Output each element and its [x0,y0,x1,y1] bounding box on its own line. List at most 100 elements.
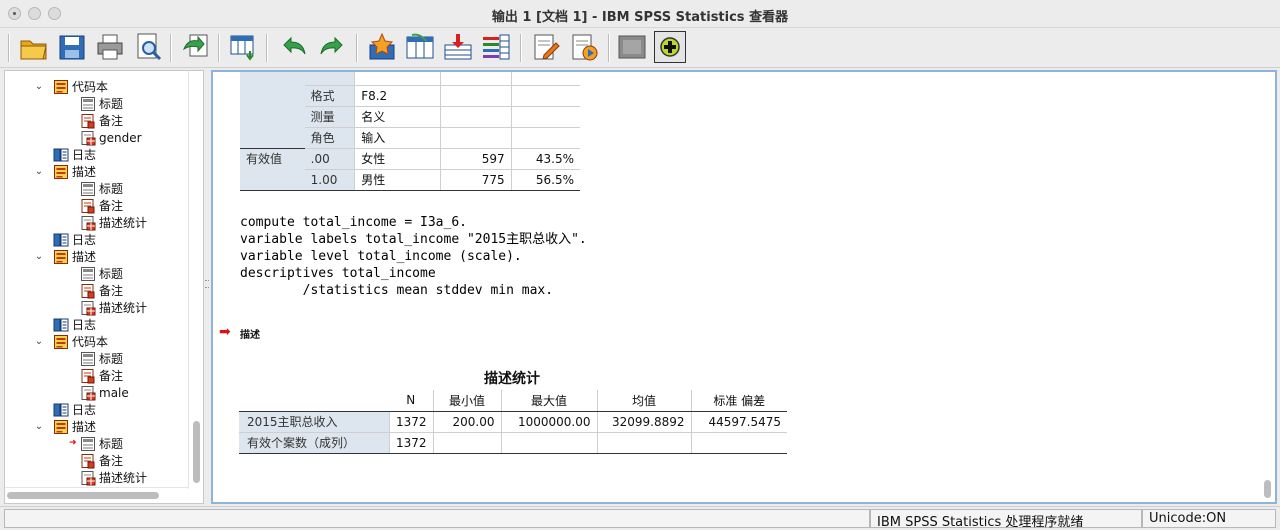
outline-item[interactable]: 描述 [53,418,96,435]
insert-bookmark-button[interactable] [366,31,398,63]
table-icon [80,300,96,316]
log-icon [53,232,69,248]
outline-item[interactable]: 备注 [80,452,123,469]
spss-viewer-window: 输出 1 [文档 1] - IBM SPSS Statistics 查看器 代码… [0,0,1280,530]
column-header: N [389,390,433,412]
outline-item[interactable]: 备注 [80,367,123,384]
outline-item[interactable]: 日志 [53,316,96,333]
outline-item[interactable]: gender [80,129,142,146]
print-button[interactable] [94,31,126,63]
run-script-button[interactable] [568,31,600,63]
designate-window-icon [618,35,646,59]
outline-item-label: 标题 [99,97,124,111]
outline-item[interactable]: 描述统计 [80,299,147,316]
outline-item-label: 描述 [72,165,97,179]
table-header-row: N 最小值 最大值 均值 标准 偏差 [239,390,787,412]
outline-item-label: 备注 [99,284,124,298]
table-row: 格式 F8.2 [240,85,580,107]
outline-item-label: 代码本 [72,335,109,349]
print-preview-button[interactable] [132,31,164,63]
content-vertical-scrollbar[interactable] [1261,72,1273,502]
log-icon [53,147,69,163]
outline-item-label: 标题 [99,267,124,281]
section-heading: 描述 [240,330,260,341]
outline-item[interactable]: 标题 [80,435,123,452]
undo-button[interactable] [278,31,310,63]
outline-item[interactable]: 备注 [80,282,123,299]
table-row: 有效值 .00 女性 597 43.5% [240,147,580,170]
save-button[interactable] [56,31,88,63]
outline-item[interactable]: 备注 [80,197,123,214]
table-cell: 200.00 [432,411,501,433]
create-autoscript-button[interactable] [530,31,562,63]
outline-item[interactable]: male [80,384,129,401]
outline-item[interactable]: 代码本 [53,333,108,350]
open-folder-button[interactable] [18,31,50,63]
codebook-table[interactable]: 格式 F8.2 测量 名义 角色 输入 有效值 .00 女性 597 43.5% 1.00 男性 775 5… [240,72,580,191]
outline-item[interactable]: 备注 [80,112,123,129]
go-to-data-button[interactable] [228,31,260,63]
outline-item[interactable]: 日志 [53,231,96,248]
outline-item[interactable]: 描述 [53,163,96,180]
row-label: 有效个案数（成列） [239,432,389,454]
syntax-log: compute total_income = I3a_6. variable la… [240,214,587,299]
table-row: 2015主职总收入 1372 200.00 1000000.00 32099.8892 4… [239,411,787,433]
redo-button[interactable] [316,31,348,63]
outline-item-label: 日志 [72,233,97,247]
table-cell: 597 [439,147,512,170]
scroll-thumb[interactable] [193,421,200,483]
expand-toggle-icon[interactable]: ⌄ [33,78,45,95]
title-icon [80,266,96,282]
export-button[interactable] [180,31,212,63]
outline-item-label: 备注 [99,369,124,383]
book-icon [53,79,69,95]
column-header: 最小值 [432,390,501,412]
outline-item-label: 备注 [99,114,124,128]
outline-item[interactable]: 日志 [53,146,96,163]
expand-toggle-icon[interactable]: ⌄ [33,248,45,265]
syntax-line: variable labels total_income "2015主职总收入"… [240,232,587,247]
descriptive-statistics-table[interactable]: N 最小值 最大值 均值 标准 偏差 2015主职总收入 1372 200.00 1000000… [239,390,787,454]
outline-item[interactable]: 描述统计 [80,214,147,231]
table-cell: 1372 [388,432,433,454]
expand-toggle-icon[interactable]: ⌄ [33,163,45,180]
pane-splitter[interactable] [204,70,210,504]
table-cell [439,85,512,107]
outline-item-label: 描述统计 [99,301,148,315]
insert-title-button[interactable] [442,31,474,63]
scroll-thumb[interactable] [1264,480,1271,498]
table-cell: 角色 [304,127,355,149]
outline-item[interactable]: 日志 [53,401,96,418]
scroll-thumb[interactable] [7,492,159,499]
designate-window-button[interactable] [616,31,648,63]
outline-vertical-scrollbar[interactable] [188,71,203,489]
outline-item[interactable]: 标题 [80,180,123,197]
outline-item[interactable]: 标题 [80,350,123,367]
data-editor-icon [230,35,254,61]
table-cell: 测量 [304,106,355,128]
outline-item-label: 描述统计 [99,216,148,230]
insert-heading-icon [406,33,434,59]
table-cell [596,432,691,454]
outline-item[interactable]: 标题 [80,95,123,112]
expand-toggle-icon[interactable]: ⌄ [33,333,45,350]
toolbar-separator [170,34,172,62]
table-cell [432,432,501,454]
outline-item[interactable]: 描述统计 [80,469,147,486]
outline-item[interactable]: 代码本 [53,78,108,95]
insert-heading-button[interactable] [404,31,436,63]
table-cell: 女性 [354,147,441,170]
add-item-button[interactable] [654,31,686,63]
outline-item[interactable]: 描述 [53,248,96,265]
book-icon [53,334,69,350]
table-cell: 775 [439,169,512,191]
outline-item[interactable]: 标题 [80,265,123,282]
table-row: 有效个案数（成列） 1372 [239,432,787,454]
table-cell: 1000000.00 [500,411,597,433]
insert-text-button[interactable] [480,31,512,63]
expand-toggle-icon[interactable]: ⌄ [33,418,45,435]
table-cell: 1.00 [304,169,355,191]
outline-item-label: gender [99,130,142,145]
title-icon [80,436,96,452]
outline-horizontal-scrollbar[interactable] [5,487,188,503]
